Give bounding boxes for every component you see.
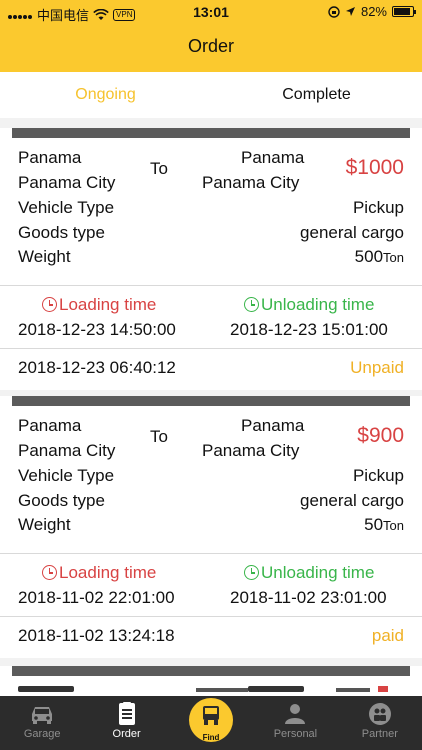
unloading-time-label: Unloading time	[244, 295, 374, 315]
from-country: Panama	[18, 148, 82, 167]
weight-label: Weight	[18, 515, 71, 534]
clock-icon	[244, 297, 259, 312]
card-top-bar	[12, 128, 410, 138]
find-button[interactable]: Find	[189, 698, 234, 742]
unloading-time-value: 2018-11-02 23:01:00	[230, 588, 387, 607]
to-city: Panama City	[202, 441, 300, 460]
card-top-bar	[12, 666, 410, 676]
tab-ongoing[interactable]: Ongoing	[0, 72, 211, 118]
goods-type-label: Goods type	[18, 223, 105, 242]
clipboard-icon	[118, 702, 135, 725]
payment-status: paid	[371, 626, 404, 645]
find-label: Find	[202, 733, 220, 742]
status-bar: 中国电信 VPN 13:01 82%	[0, 0, 422, 24]
to-country: Panama	[241, 148, 305, 167]
weight-value: 50Ton	[364, 515, 404, 534]
to-country-cutoff	[196, 688, 248, 692]
loading-time-label: Loading time	[42, 563, 156, 583]
location-icon	[345, 7, 355, 16]
header-bar: 中国电信 VPN 13:01 82% Order	[0, 0, 422, 72]
tab-complete[interactable]: Complete	[211, 72, 422, 118]
tab-garage[interactable]: Garage	[0, 696, 84, 750]
tab-partner[interactable]: Partner	[338, 696, 422, 750]
unloading-time-value: 2018-12-23 15:01:00	[230, 320, 388, 339]
order-card[interactable]: Panama Panama City To Panama Panama City…	[0, 396, 422, 658]
page-title: Order	[187, 36, 234, 56]
payment-status: Unpaid	[350, 358, 404, 377]
weight-value: 500Ton	[354, 247, 404, 266]
tab-personal[interactable]: Personal	[253, 696, 337, 750]
order-card-partial[interactable]	[0, 666, 422, 696]
vehicle-type-label: Vehicle Type	[18, 198, 115, 217]
from-country-cutoff	[18, 686, 74, 692]
partner-icon	[368, 703, 391, 725]
rotation-lock-icon	[328, 5, 340, 18]
price-cutoff	[378, 686, 388, 692]
order-created-time: 2018-11-02 13:24:18	[18, 626, 175, 645]
detail-cutoff	[336, 688, 370, 692]
loading-time-value: 2018-11-02 22:01:00	[18, 588, 175, 607]
loading-time-label: Loading time	[42, 295, 156, 315]
order-card[interactable]: Panama Panama City To Panama Panama City…	[0, 128, 422, 390]
clock-icon	[244, 565, 259, 580]
from-city: Panama City	[18, 441, 116, 460]
vehicle-type-label: Vehicle Type	[18, 466, 115, 485]
order-price: $900	[357, 424, 404, 447]
bottom-tab-bar: Garage Order Find Personal Partner	[0, 696, 422, 750]
to-city-cutoff	[248, 686, 304, 692]
battery-icon	[392, 6, 416, 17]
order-tabs: Ongoing Complete	[0, 72, 422, 118]
loading-time-value: 2018-12-23 14:50:00	[18, 320, 176, 339]
truck-icon	[203, 706, 220, 725]
vehicle-type-value: Pickup	[352, 198, 404, 217]
clock-icon	[42, 297, 57, 312]
person-icon	[285, 704, 306, 724]
battery-percent: 82%	[360, 4, 387, 19]
goods-type-label: Goods type	[18, 491, 105, 510]
from-country: Panama	[18, 416, 82, 435]
car-icon	[32, 707, 53, 724]
tab-find[interactable]: Find	[169, 696, 253, 750]
goods-type-value: general cargo	[300, 491, 404, 510]
to-label: To	[150, 159, 168, 178]
order-price: $1000	[345, 156, 404, 179]
goods-type-value: general cargo	[300, 223, 404, 242]
weight-label: Weight	[18, 247, 71, 266]
to-label: To	[150, 427, 168, 446]
order-created-time: 2018-12-23 06:40:12	[18, 358, 176, 377]
clock-icon	[42, 565, 57, 580]
to-city: Panama City	[202, 173, 300, 192]
unloading-time-label: Unloading time	[244, 563, 374, 583]
from-city: Panama City	[18, 173, 116, 192]
tab-order[interactable]: Order	[84, 696, 168, 750]
vehicle-type-value: Pickup	[352, 466, 404, 485]
to-country: Panama	[241, 416, 305, 435]
card-top-bar	[12, 396, 410, 406]
